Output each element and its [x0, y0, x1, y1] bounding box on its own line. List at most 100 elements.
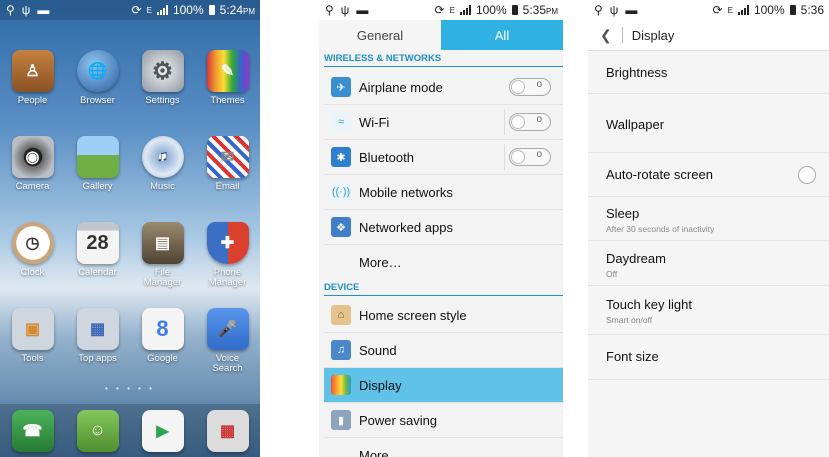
app-music[interactable]: ♫ Music	[130, 128, 195, 214]
tab-all[interactable]: All	[441, 20, 563, 50]
home-screen-phone: ⚲ ψ ▬ ⟳ E 100% 5:24PM ♙ People 🌐 Browser ⚙…	[0, 0, 260, 457]
airplane-mode-toggle[interactable]	[509, 78, 551, 96]
setting-wifi[interactable]: ≈ Wi-Fi	[324, 105, 563, 140]
setting-brightness[interactable]: Brightness	[588, 51, 829, 94]
play-store-icon: ▶	[141, 410, 184, 452]
notification-icon: ▬	[37, 3, 50, 17]
wifi-toggle[interactable]	[509, 113, 551, 131]
setting-touch-key-light[interactable]: Touch key light Smart on/off	[588, 286, 829, 335]
battery-icon	[208, 5, 215, 15]
setting-label: More…	[359, 254, 402, 270]
usb-icon: ψ	[609, 3, 619, 17]
app-calendar[interactable]: 28 Calendar	[65, 214, 130, 300]
bluetooth-toggle[interactable]	[509, 148, 551, 166]
wifi-icon: ≈	[331, 112, 351, 132]
setting-title: Daydream	[606, 251, 666, 266]
sync-icon: ⟳	[712, 3, 723, 17]
setting-power-saving[interactable]: ▮ Power saving	[324, 403, 563, 438]
setting-bluetooth[interactable]: ✱ Bluetooth	[324, 140, 563, 175]
battery-icon: ▮	[331, 410, 351, 430]
folder-top-apps[interactable]: ▦ Top apps	[65, 300, 130, 386]
setting-daydream[interactable]: Daydream Off	[588, 241, 829, 286]
setting-label: Wi-Fi	[359, 114, 390, 130]
battery-percent: 100%	[172, 3, 204, 17]
setting-mobile-networks[interactable]: ((·)) Mobile networks	[324, 175, 563, 210]
setting-label: Bluetooth	[359, 149, 414, 165]
app-grid: ♙ People 🌐 Browser ⚙ Settings ✎ Themes ◉ Came…	[0, 42, 260, 386]
dock-messaging[interactable]: ☺	[65, 404, 130, 457]
page-title: Display	[631, 27, 675, 43]
setting-font-size[interactable]: Font size	[588, 335, 829, 380]
google-apps-folder-icon: ▦	[206, 410, 249, 452]
setting-title: Auto-rotate screen	[606, 167, 713, 182]
setting-home-screen-style[interactable]: ⌂ Home screen style	[324, 298, 563, 333]
setting-auto-rotate[interactable]: Auto-rotate screen	[588, 153, 829, 197]
setting-airplane-mode[interactable]: ✈ Airplane mode	[324, 70, 563, 105]
section-header-device: DEVICE	[324, 282, 563, 296]
setting-more-device[interactable]: More	[324, 438, 563, 457]
calendar-icon: 28	[76, 222, 119, 264]
dock-google-folder[interactable]: ▦	[195, 404, 260, 457]
app-email[interactable]: ✉ Email	[195, 128, 260, 214]
contacts-book-icon: ♙	[11, 50, 54, 92]
app-settings[interactable]: ⚙ Settings	[130, 42, 195, 128]
settings-phone: ⚲ ψ ▬ ⟳ E 100% 5:35PM General All WIRELE…	[319, 0, 563, 457]
phone-icon: ☎	[11, 410, 54, 452]
back-arrow-icon[interactable]: ❮	[600, 27, 612, 44]
signal-icon	[156, 5, 168, 15]
setting-networked-apps[interactable]: ❖ Networked apps	[324, 210, 563, 245]
dock-play-store[interactable]: ▶	[130, 404, 195, 457]
settings-tabs: General All	[319, 20, 563, 50]
folder-icon: ▤	[141, 222, 184, 264]
sync-icon: ⟳	[434, 3, 445, 17]
setting-title: Wallpaper	[606, 117, 665, 132]
setting-sound[interactable]: ♫ Sound	[324, 333, 563, 368]
setting-label: Airplane mode	[359, 79, 443, 95]
status-bar: ⚲ ψ ▬ ⟳ E 100% 5:24PM	[0, 0, 260, 20]
app-phone-manager[interactable]: ✚ Phone Manager	[195, 214, 260, 300]
app-camera[interactable]: ◉ Camera	[0, 128, 65, 214]
notification-icon: ▬	[625, 3, 638, 17]
landscape-icon	[76, 136, 119, 178]
network-type: E	[727, 5, 733, 15]
chat-icon: ☺	[76, 410, 119, 452]
app-gallery[interactable]: Gallery	[65, 128, 130, 214]
app-themes[interactable]: ✎ Themes	[195, 42, 260, 128]
app-file-manager[interactable]: ▤ File Manager	[130, 214, 195, 300]
bluetooth-icon: ✱	[331, 147, 351, 167]
setting-display[interactable]: Display	[324, 368, 563, 403]
setting-wallpaper[interactable]: Wallpaper	[588, 94, 829, 153]
envelope-icon: ✉	[206, 136, 249, 178]
page-indicator: • • • • •	[105, 384, 155, 393]
app-voice-search[interactable]: 🎤 Voice Search	[195, 300, 260, 386]
setting-label: Display	[359, 377, 402, 393]
clock-time: 5:35PM	[522, 3, 558, 17]
setting-subtitle: Off	[606, 269, 618, 279]
battery-icon	[511, 5, 518, 15]
usb-icon: ψ	[340, 3, 350, 17]
cd-icon: ♫	[141, 136, 184, 178]
dock-phone[interactable]: ☎	[0, 404, 65, 457]
battery-percent: 100%	[753, 3, 785, 17]
setting-label: Home screen style	[359, 307, 467, 323]
app-google[interactable]: 8 Google	[130, 300, 195, 386]
signal-icon	[737, 5, 749, 15]
microphone-icon: 🎤	[206, 308, 249, 350]
setting-sleep[interactable]: Sleep After 30 seconds of inactivity	[588, 197, 829, 241]
battery-percent: 100%	[475, 3, 507, 17]
app-browser[interactable]: 🌐 Browser	[65, 42, 130, 128]
dock: ☎ ☺ ▶ ▦	[0, 404, 260, 457]
usb-icon: ψ	[21, 3, 31, 17]
app-people[interactable]: ♙ People	[0, 42, 65, 128]
tab-general[interactable]: General	[319, 20, 441, 50]
apps-folder-icon: ▦	[76, 308, 119, 350]
section-header-wireless: WIRELESS & NETWORKS	[324, 53, 563, 67]
notification-icon: ▬	[356, 3, 369, 17]
auto-rotate-checkbox[interactable]	[798, 166, 816, 184]
app-clock[interactable]: ◷ Clock	[0, 214, 65, 300]
folder-tools[interactable]: ▣ Tools	[0, 300, 65, 386]
divider	[621, 27, 623, 43]
setting-title: Touch key light	[606, 297, 692, 312]
setting-label: Networked apps	[359, 219, 453, 235]
setting-more-wireless[interactable]: More…	[324, 245, 563, 279]
